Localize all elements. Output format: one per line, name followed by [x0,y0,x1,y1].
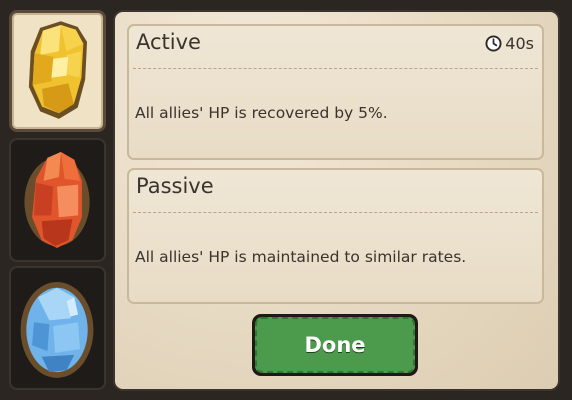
cooldown-timer: 40s [485,34,534,53]
passive-divider [133,212,538,213]
passive-skill-card: Passive All allies' HP is maintained to … [127,168,544,304]
active-divider [133,68,538,69]
active-skill-title: Active [136,30,201,54]
gem-slot-red[interactable] [9,138,106,262]
passive-skill-title: Passive [136,174,214,198]
skill-window: Active 40s All allies' HP is recovered b… [0,0,572,400]
blue-crystal-icon [20,281,94,378]
clock-icon [485,35,502,52]
red-crystal-icon [24,152,90,248]
cooldown-value: 40s [505,34,534,53]
active-skill-description: All allies' HP is recovered by 5%. [135,104,388,122]
gold-crystal-icon [28,21,88,119]
done-button-label: Done [255,317,415,373]
gem-slot-blue[interactable] [9,266,106,390]
active-skill-card: Active 40s All allies' HP is recovered b… [127,24,544,160]
done-button[interactable]: Done [252,314,418,376]
passive-skill-description: All allies' HP is maintained to similar … [135,248,467,266]
gem-slot-gold[interactable] [9,10,106,132]
